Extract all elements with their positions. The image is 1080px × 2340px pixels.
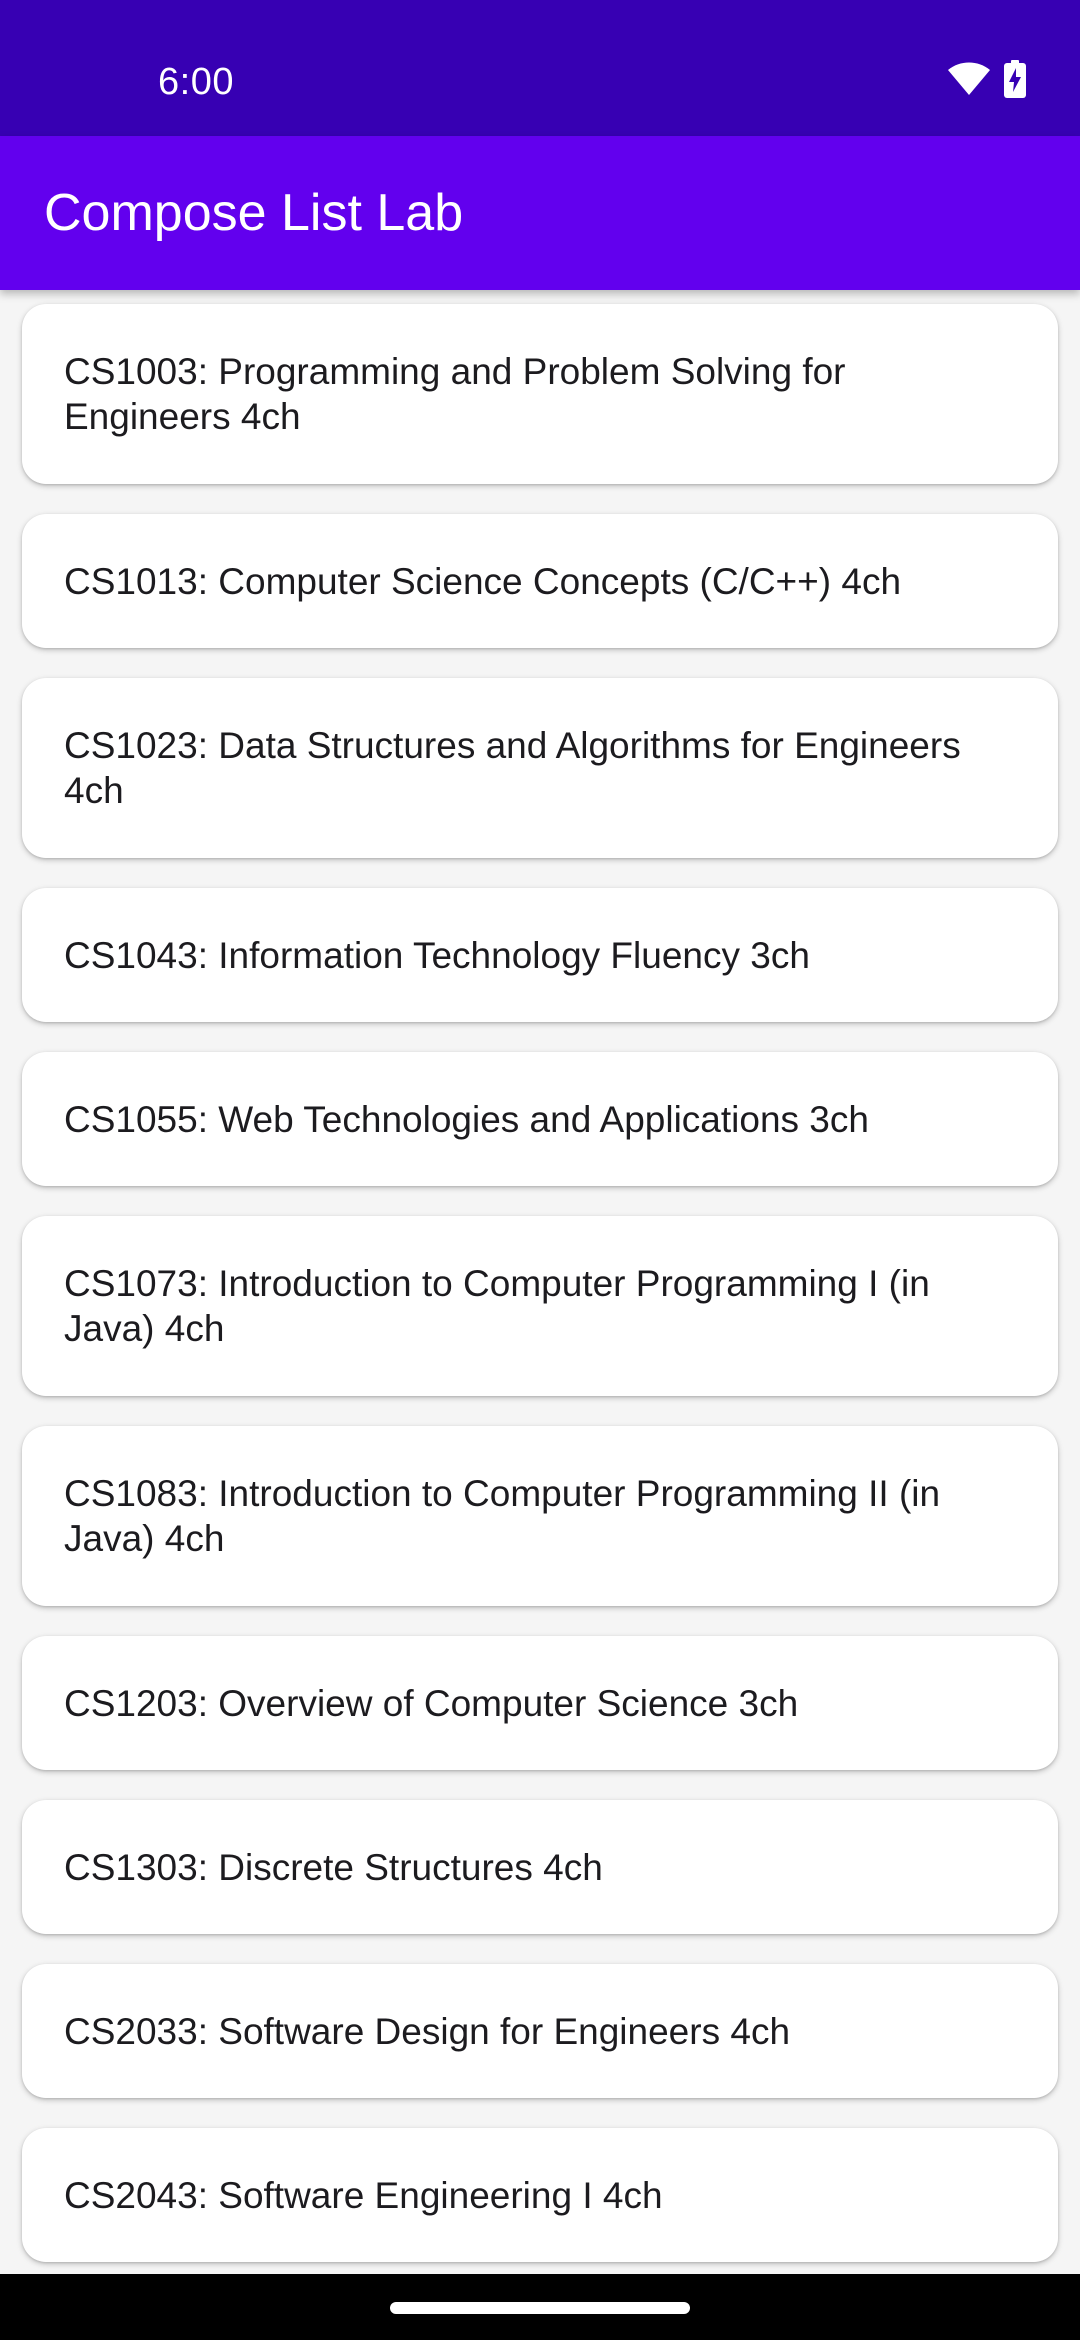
- course-list[interactable]: CS1003: Programming and Problem Solving …: [0, 290, 1080, 2274]
- course-label: CS1303: Discrete Structures 4ch: [64, 1846, 603, 1888]
- status-time: 6:00: [158, 61, 234, 103]
- course-label: CS1023: Data Structures and Algorithms f…: [64, 725, 961, 811]
- course-label: CS1003: Programming and Problem Solving …: [64, 351, 846, 437]
- course-label: CS2033: Software Design for Engineers 4c…: [64, 2010, 791, 2052]
- course-card[interactable]: CS1003: Programming and Problem Solving …: [22, 304, 1058, 484]
- course-label: CS1073: Introduction to Computer Program…: [64, 1263, 930, 1349]
- course-label: CS1013: Computer Science Concepts (C/C++…: [64, 560, 902, 602]
- navigation-bar: [0, 2274, 1080, 2340]
- status-bar: 6:00: [0, 0, 1080, 136]
- course-card[interactable]: CS1043: Information Technology Fluency 3…: [22, 888, 1058, 1022]
- course-label: CS1055: Web Technologies and Application…: [64, 1098, 869, 1140]
- course-card[interactable]: CS1073: Introduction to Computer Program…: [22, 1216, 1058, 1396]
- course-card[interactable]: CS1055: Web Technologies and Application…: [22, 1052, 1058, 1186]
- wifi-icon: [948, 62, 990, 96]
- top-app-bar: Compose List Lab: [0, 136, 1080, 290]
- course-card[interactable]: CS1083: Introduction to Computer Program…: [22, 1426, 1058, 1606]
- course-label: CS1083: Introduction to Computer Program…: [64, 1473, 941, 1559]
- course-card[interactable]: CS1203: Overview of Computer Science 3ch: [22, 1636, 1058, 1770]
- course-label: CS1043: Information Technology Fluency 3…: [64, 934, 810, 976]
- home-gesture-handle[interactable]: [390, 2302, 690, 2314]
- course-label: CS1203: Overview of Computer Science 3ch: [64, 1682, 799, 1724]
- course-card[interactable]: CS2033: Software Design for Engineers 4c…: [22, 1964, 1058, 2098]
- course-card[interactable]: CS1303: Discrete Structures 4ch: [22, 1800, 1058, 1934]
- status-icons: [948, 60, 1026, 98]
- course-card[interactable]: CS2043: Software Engineering I 4ch: [22, 2128, 1058, 2262]
- course-card[interactable]: CS1013: Computer Science Concepts (C/C++…: [22, 514, 1058, 648]
- battery-charging-icon: [1004, 60, 1026, 98]
- course-card[interactable]: CS1023: Data Structures and Algorithms f…: [22, 678, 1058, 858]
- app-title: Compose List Lab: [44, 184, 464, 242]
- course-label: CS2043: Software Engineering I 4ch: [64, 2174, 663, 2216]
